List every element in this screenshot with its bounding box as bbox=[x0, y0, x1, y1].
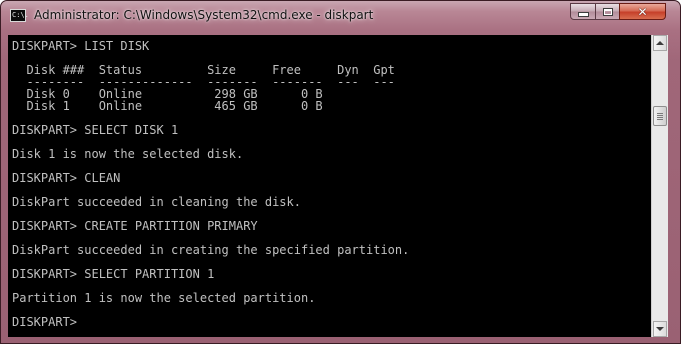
arrow-down-icon bbox=[656, 327, 664, 331]
console-line: Partition 1 is now the selected partitio… bbox=[12, 291, 316, 305]
maximize-button[interactable] bbox=[595, 3, 620, 20]
window-title: Administrator: C:\Windows\System32\cmd.e… bbox=[34, 8, 374, 22]
grip-line bbox=[657, 119, 663, 120]
grip-line bbox=[657, 113, 663, 114]
console-text: DISKPART> LIST DISK Disk ### Status Size… bbox=[8, 35, 651, 328]
scroll-up-button[interactable] bbox=[653, 35, 667, 51]
scroll-down-button[interactable] bbox=[653, 321, 667, 337]
cmd-icon[interactable]: C:\. bbox=[10, 9, 29, 22]
console-line: Disk 1 Online 465 GB 0 B bbox=[12, 99, 323, 113]
close-button[interactable]: ✕ bbox=[619, 3, 666, 20]
vertical-scrollbar[interactable] bbox=[651, 35, 668, 337]
console-line: DiskPart succeeded in cleaning the disk. bbox=[12, 195, 301, 209]
close-icon: ✕ bbox=[637, 4, 648, 19]
maximize-icon bbox=[602, 7, 613, 16]
minimize-icon bbox=[577, 12, 589, 17]
console-line: DISKPART> SELECT DISK 1 bbox=[12, 123, 179, 137]
console-line: DiskPart succeeded in creating the speci… bbox=[12, 243, 410, 257]
console-output[interactable]: DISKPART> LIST DISK Disk ### Status Size… bbox=[8, 35, 651, 337]
arrow-up-icon bbox=[656, 41, 664, 45]
title-bar[interactable]: C:\. Administrator: C:\Windows\System32\… bbox=[1, 1, 680, 31]
scrollbar-thumb[interactable] bbox=[653, 106, 667, 126]
console-line: DISKPART> bbox=[12, 315, 85, 329]
console-line: DISKPART> LIST DISK bbox=[12, 39, 150, 53]
grip-line bbox=[657, 115, 663, 116]
console-line: DISKPART> CREATE PARTITION PRIMARY bbox=[12, 219, 258, 233]
grip-line bbox=[657, 117, 663, 118]
minimize-button[interactable] bbox=[570, 3, 596, 20]
console-line: Disk 1 is now the selected disk. bbox=[12, 147, 244, 161]
console-line: DISKPART> CLEAN bbox=[12, 171, 121, 185]
cmd-window: C:\. Administrator: C:\Windows\System32\… bbox=[0, 0, 681, 344]
console-line: DISKPART> SELECT PARTITION 1 bbox=[12, 267, 215, 281]
